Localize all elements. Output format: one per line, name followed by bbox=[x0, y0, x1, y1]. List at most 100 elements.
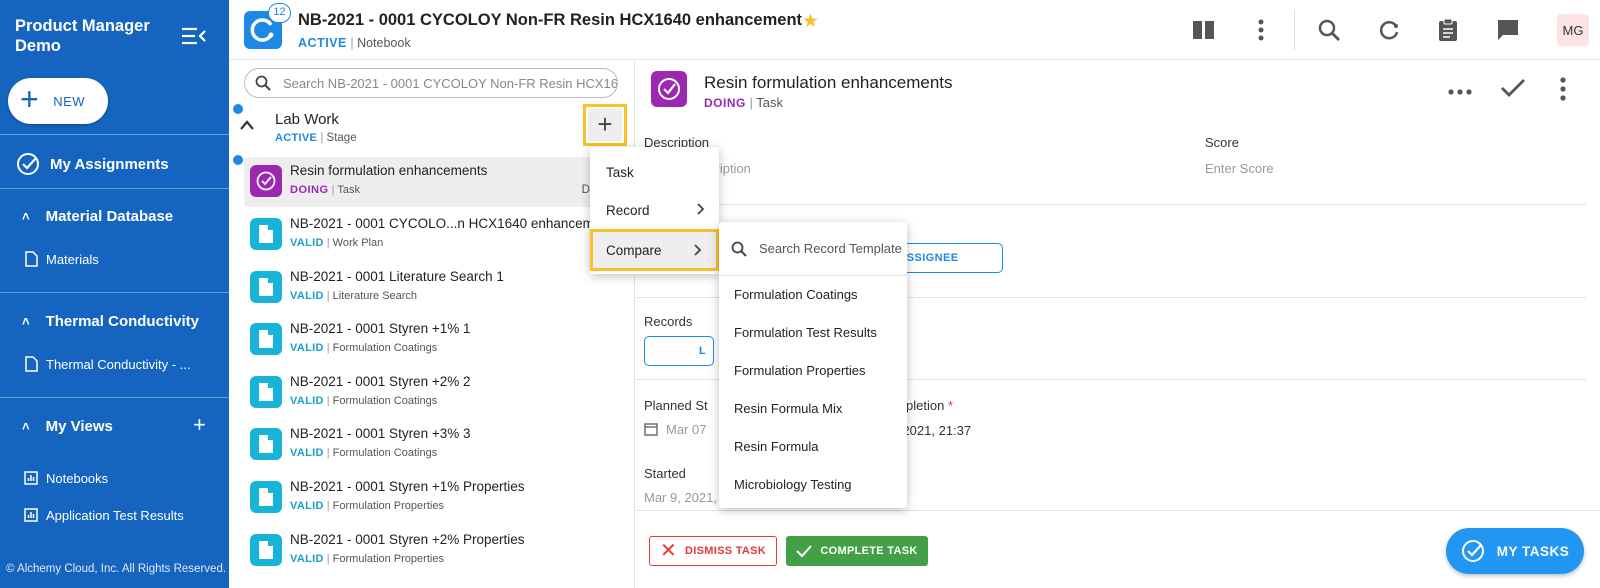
template-item[interactable]: Resin Formula bbox=[719, 427, 907, 465]
item-meta: VALID | Formulation Properties bbox=[290, 553, 444, 565]
task-type: Task bbox=[756, 95, 783, 110]
item-title: Resin formulation enhancements bbox=[290, 163, 488, 178]
collapse-menu-icon[interactable] bbox=[180, 24, 208, 48]
score-input[interactable]: Enter Score bbox=[1205, 161, 1274, 176]
sidebar-item-my-assignments[interactable]: My Assignments bbox=[0, 148, 229, 180]
close-icon: ✕ bbox=[659, 540, 678, 562]
clipboard-icon[interactable] bbox=[1434, 16, 1462, 44]
section-title: My Views bbox=[45, 417, 113, 435]
status-badge: VALID bbox=[290, 500, 324, 512]
search-icon[interactable] bbox=[1315, 16, 1343, 44]
task-meta: DOING | Task bbox=[704, 95, 783, 110]
sidebar-item-label: Thermal Conductivity - ... bbox=[46, 356, 191, 372]
item-title: NB-2021 - 0001 Styren +2% Properties bbox=[290, 532, 525, 547]
add-item-button[interactable]: + bbox=[583, 104, 627, 146]
notebook-title: NB-2021 - 0001 CYCOLOY Non-FR Resin HCX1… bbox=[298, 11, 803, 29]
dismiss-task-button[interactable]: ✕ DISMISS TASK bbox=[649, 536, 777, 566]
divider bbox=[636, 204, 1586, 205]
menu-item-record[interactable]: Record bbox=[590, 191, 719, 229]
search-placeholder: Search Record Template bbox=[759, 241, 902, 256]
list-item[interactable]: Resin formulation enhancements DOING | T… bbox=[244, 157, 624, 207]
planned-start-value[interactable]: Mar 07 bbox=[666, 422, 706, 437]
check-icon[interactable] bbox=[1500, 78, 1526, 103]
chat-icon[interactable] bbox=[1494, 16, 1522, 44]
list-item[interactable]: NB-2021 - 0001 Styren +2% 2 VALID | Form… bbox=[244, 368, 624, 418]
notebook-search-input[interactable]: Search NB-2021 - 0001 CYCOLOY Non-FR Res… bbox=[244, 68, 618, 98]
unread-dot bbox=[233, 155, 243, 165]
search-icon bbox=[255, 75, 271, 91]
task-title: Resin formulation enhancements bbox=[704, 73, 953, 92]
my-tasks-button[interactable]: MY TASKS bbox=[1446, 528, 1584, 574]
template-item[interactable]: Microbiology Testing bbox=[719, 465, 907, 503]
list-item[interactable]: NB-2021 - 0001 Literature Search 1 VALID… bbox=[244, 263, 624, 313]
item-title: NB-2021 - 0001 CYCOLO...n HCX1640 enhanc… bbox=[290, 216, 613, 231]
item-type: Task bbox=[337, 184, 360, 196]
search-icon bbox=[731, 241, 747, 257]
star-icon[interactable]: ★ bbox=[802, 10, 819, 33]
sidebar-item-materials[interactable]: Materials bbox=[0, 248, 229, 270]
sidebar-item-notebooks[interactable]: Notebooks bbox=[0, 467, 229, 489]
menu-item-task[interactable]: Task bbox=[590, 153, 719, 191]
list-item[interactable]: NB-2021 - 0001 CYCOLO...n HCX1640 enhanc… bbox=[244, 210, 624, 260]
compare-template-menu: Search Record Template Formulation Coati… bbox=[719, 222, 907, 508]
list-item[interactable]: NB-2021 - 0001 Styren +1% Properties VAL… bbox=[244, 473, 624, 523]
my-tasks-label: MY TASKS bbox=[1496, 543, 1570, 559]
item-meta: VALID | Work Plan bbox=[290, 237, 384, 249]
item-meta: VALID | Formulation Coatings bbox=[290, 447, 438, 459]
status-badge: VALID bbox=[290, 447, 324, 459]
add-view-icon[interactable]: + bbox=[193, 412, 206, 438]
status-badge: VALID bbox=[290, 553, 324, 565]
item-type: Literature Search bbox=[332, 290, 418, 302]
more-vert-icon[interactable] bbox=[1560, 77, 1566, 106]
document-icon bbox=[25, 251, 38, 267]
template-item[interactable]: Formulation Test Results bbox=[719, 313, 907, 351]
list-item[interactable]: NB-2021 - 0001 Styren +2% Properties VAL… bbox=[244, 526, 624, 576]
notification-badge: 12 bbox=[268, 3, 291, 23]
sidebar-item-application-test-results[interactable]: Application Test Results bbox=[0, 504, 229, 526]
divider bbox=[1294, 10, 1295, 50]
item-type: Formulation Coatings bbox=[332, 447, 438, 459]
section-thermal-conductivity[interactable]: ˄ Thermal Conductivity bbox=[0, 308, 229, 334]
document-icon bbox=[25, 356, 38, 372]
add-item-menu: Task Record Compare bbox=[590, 147, 719, 274]
item-title: NB-2021 - 0001 Styren +3% 3 bbox=[290, 426, 471, 441]
planned-start-label: Planned St bbox=[644, 398, 708, 413]
menu-item-compare[interactable]: Compare bbox=[590, 229, 719, 271]
columns-icon[interactable] bbox=[1190, 16, 1218, 44]
template-item[interactable]: Resin Formula Mix bbox=[719, 389, 907, 427]
new-button[interactable]: + NEW bbox=[8, 78, 108, 124]
chevron-up-icon: ˄ bbox=[22, 208, 30, 224]
template-item[interactable]: Formulation Coatings bbox=[719, 275, 907, 313]
document-icon bbox=[250, 271, 282, 303]
stage-title[interactable]: Lab Work bbox=[275, 111, 339, 128]
check-icon bbox=[796, 545, 813, 557]
section-title: Material Database bbox=[45, 207, 174, 225]
item-title: NB-2021 - 0001 Styren +1% 1 bbox=[290, 321, 471, 336]
avatar[interactable]: MG bbox=[1557, 14, 1589, 46]
item-type: Formulation Properties bbox=[332, 500, 444, 512]
calendar-icon bbox=[644, 422, 658, 441]
sync-icon[interactable] bbox=[1375, 16, 1403, 44]
list-item[interactable]: NB-2021 - 0001 Styren +1% 1 VALID | Form… bbox=[244, 315, 624, 365]
collapse-stage-icon[interactable] bbox=[239, 118, 255, 136]
document-icon bbox=[250, 481, 282, 513]
records-label: Records bbox=[644, 314, 693, 329]
more-horiz-icon[interactable] bbox=[1448, 83, 1472, 101]
template-item[interactable]: Formulation Properties bbox=[719, 351, 907, 389]
section-material-database[interactable]: ˄ Material Database bbox=[0, 203, 229, 229]
document-icon bbox=[250, 323, 282, 355]
divider bbox=[0, 134, 229, 135]
record-template-search-input[interactable]: Search Record Template bbox=[719, 222, 907, 276]
item-meta: VALID | Formulation Coatings bbox=[290, 395, 438, 407]
list-item[interactable]: NB-2021 - 0001 Styren +3% 3 VALID | Form… bbox=[244, 420, 624, 470]
menu-item-label: Record bbox=[606, 202, 650, 218]
copyright-footer: © Alchemy Cloud, Inc. All Rights Reserve… bbox=[6, 563, 227, 575]
sidebar-item-thermal-conductivity[interactable]: Thermal Conductivity - ... bbox=[0, 353, 229, 375]
chart-icon bbox=[24, 508, 38, 522]
complete-task-button[interactable]: COMPLETE TASK bbox=[786, 536, 928, 566]
link-records-button[interactable]: L bbox=[644, 336, 714, 366]
item-meta: DOING | Task bbox=[290, 184, 360, 196]
app-brand: Product Manager Demo bbox=[15, 17, 150, 55]
stage-type: Stage bbox=[326, 132, 357, 144]
more-vert-icon[interactable] bbox=[1247, 16, 1275, 44]
